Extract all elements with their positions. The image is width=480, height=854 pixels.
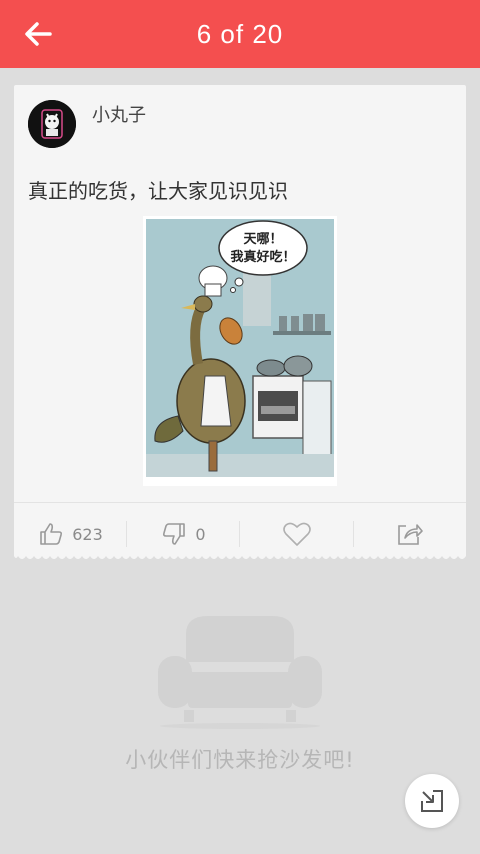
bubble-line-2: 我真好吃！	[230, 249, 295, 265]
post-text: 真正的吃货，让大家见识见识	[28, 179, 288, 203]
dislike-count: 0	[195, 524, 206, 544]
app-bar: 6 of 20	[0, 0, 480, 68]
page-title: 6 of 20	[196, 19, 284, 49]
thumbs-up-icon	[40, 523, 63, 545]
collapse-button[interactable]	[405, 774, 459, 828]
author-name[interactable]: 小丸子	[92, 101, 146, 127]
post-card: 小丸子 真正的吃货，让大家见识见识 天哪！ 我真好吃！ 623 0	[14, 85, 466, 559]
avatar-image	[28, 100, 76, 148]
empty-comments: 小伙伴们快来抢沙发吧!	[0, 590, 480, 790]
cartoon-image: 天哪！ 我真好吃！	[146, 219, 334, 477]
bubble-line-1: 天哪！	[243, 232, 282, 247]
empty-comments-text: 小伙伴们快来抢沙发吧!	[125, 748, 355, 772]
thumbs-down-icon	[163, 523, 186, 545]
like-count: 623	[72, 524, 103, 544]
avatar[interactable]	[28, 100, 76, 148]
sofa-icon	[158, 616, 322, 729]
share-icon	[397, 524, 423, 545]
heart-icon	[282, 522, 311, 546]
post-image[interactable]: 天哪！ 我真好吃！	[143, 216, 337, 486]
shrink-icon	[421, 790, 443, 812]
card-scallop-edge	[14, 550, 466, 559]
